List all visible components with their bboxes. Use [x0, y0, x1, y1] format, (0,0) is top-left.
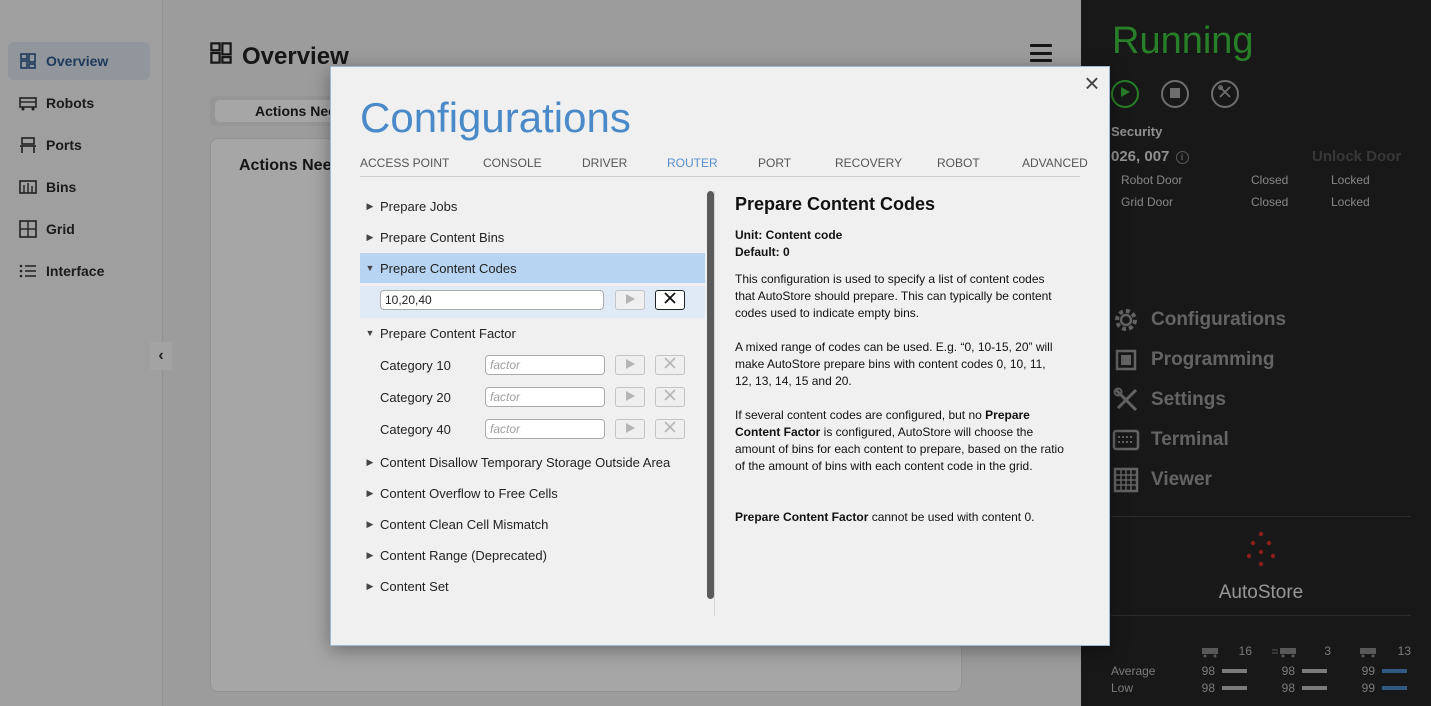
close-icon	[664, 291, 676, 309]
play-icon	[625, 291, 635, 309]
tree-item-content-clean[interactable]: ▶ Content Clean Cell Mismatch	[360, 509, 705, 539]
description-unit: Unit: Content code	[735, 228, 843, 242]
text-run-bold: Prepare Content Factor	[735, 510, 869, 524]
tree-item-label: Prepare Content Bins	[380, 229, 505, 245]
tree-item-content-range[interactable]: ▶ Content Range (Deprecated)	[360, 540, 705, 570]
tab-console[interactable]: CONSOLE	[483, 156, 542, 170]
caret-right-icon: ▶	[366, 231, 374, 242]
tree-item-prepare-content-bins[interactable]: ▶ Prepare Content Bins	[360, 222, 705, 252]
tree-item-prepare-content-factor[interactable]: ▼ Prepare Content Factor	[360, 318, 705, 348]
factor-input[interactable]	[485, 355, 605, 375]
play-icon	[625, 388, 635, 406]
tree-item-label: Prepare Jobs	[380, 198, 458, 214]
caret-right-icon: ▶	[366, 549, 374, 560]
tree-item-content-set[interactable]: ▶ Content Set	[360, 571, 705, 601]
tree-item-prepare-jobs[interactable]: ▶ Prepare Jobs	[360, 191, 705, 221]
caret-right-icon: ▶	[366, 580, 374, 591]
category-label: Category 20	[380, 390, 451, 405]
category-label: Category 10	[380, 358, 451, 373]
tree-scrollbar[interactable]	[707, 191, 714, 599]
caret-down-icon: ▼	[365, 263, 375, 273]
description-default: Default: 0	[735, 245, 790, 259]
tree-item-content-disallow[interactable]: ▶ Content Disallow Temporary Storage Out…	[360, 447, 705, 477]
pane-divider	[714, 191, 715, 616]
tab-router[interactable]: ROUTER	[667, 156, 718, 170]
content-codes-input[interactable]	[380, 290, 604, 310]
tree-item-content-overflow[interactable]: ▶ Content Overflow to Free Cells	[360, 478, 705, 508]
close-icon	[664, 420, 676, 438]
tree-item-label: Prepare Content Factor	[380, 325, 516, 341]
play-icon	[625, 420, 635, 438]
clear-button[interactable]	[655, 355, 685, 375]
caret-down-icon: ▼	[365, 328, 375, 338]
tree-item-label: Prepare Content Codes	[380, 260, 517, 276]
tab-advanced[interactable]: ADVANCED	[1022, 156, 1088, 170]
tab-access-point[interactable]: ACCESS POINT	[360, 156, 449, 170]
text-run: If several content codes are configured,…	[735, 408, 986, 422]
tree-item-prepare-content-codes[interactable]: ▼ Prepare Content Codes	[360, 253, 705, 283]
apply-button[interactable]	[615, 355, 645, 375]
category-label: Category 40	[380, 422, 451, 437]
caret-right-icon: ▶	[366, 200, 374, 211]
factor-input[interactable]	[485, 419, 605, 439]
apply-button[interactable]	[615, 290, 645, 310]
tree-item-label: Content Overflow to Free Cells	[380, 485, 558, 501]
apply-button[interactable]	[615, 387, 645, 407]
caret-right-icon: ▶	[366, 518, 374, 529]
dialog-title: Configurations	[360, 94, 631, 141]
close-icon	[664, 356, 676, 374]
factor-input[interactable]	[485, 387, 605, 407]
description-paragraph: Prepare Content Factor cannot be used wi…	[735, 509, 1065, 526]
caret-right-icon: ▶	[366, 487, 374, 498]
description-paragraph: A mixed range of codes can be used. E.g.…	[735, 340, 1053, 388]
clear-button[interactable]	[655, 290, 685, 310]
tab-robot[interactable]: ROBOT	[937, 156, 980, 170]
play-icon	[625, 356, 635, 374]
text-run: cannot be used with content 0.	[868, 510, 1035, 524]
tree-item-label: Content Range (Deprecated)	[380, 547, 547, 563]
tab-recovery[interactable]: RECOVERY	[835, 156, 902, 170]
tab-divider	[360, 176, 1080, 177]
description-paragraph: If several content codes are configured,…	[735, 407, 1065, 475]
tab-driver[interactable]: DRIVER	[582, 156, 627, 170]
tab-port[interactable]: PORT	[758, 156, 791, 170]
clear-button[interactable]	[655, 387, 685, 407]
tree-item-label: Content Set	[380, 578, 449, 594]
clear-button[interactable]	[655, 419, 685, 439]
description-heading: Prepare Content Codes	[735, 194, 936, 214]
tree-item-label: Content Disallow Temporary Storage Outsi…	[380, 454, 671, 470]
description-paragraph: This configuration is used to specify a …	[735, 272, 1052, 320]
caret-right-icon: ▶	[366, 456, 374, 467]
apply-button[interactable]	[615, 419, 645, 439]
close-icon[interactable]: ×	[1082, 70, 1102, 96]
tree-item-label: Content Clean Cell Mismatch	[380, 516, 549, 532]
close-icon	[664, 388, 676, 406]
